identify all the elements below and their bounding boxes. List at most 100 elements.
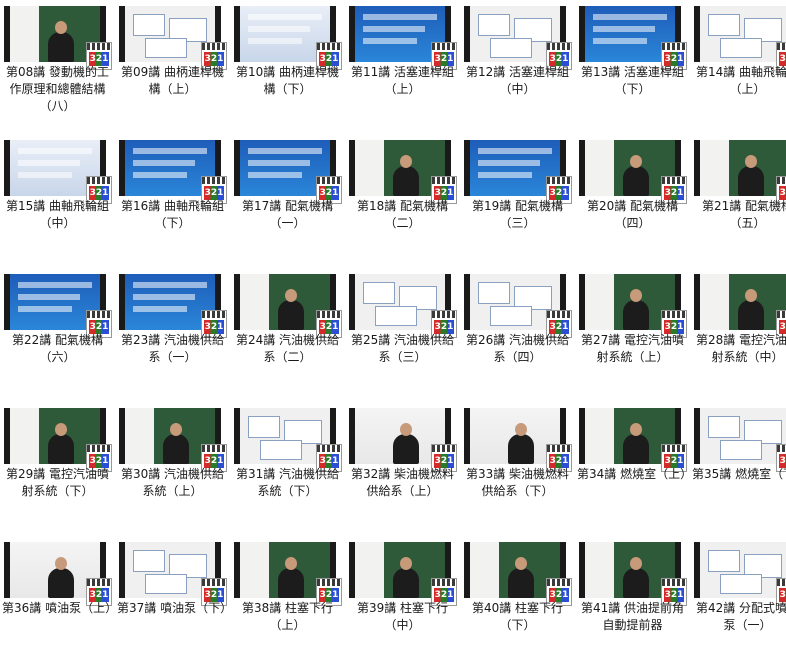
video-caption[interactable]: 第08講 發動機的工作原理和總體結構（八） <box>0 64 115 115</box>
clapper-top <box>662 445 686 452</box>
video-tile[interactable]: 321第28講 電控汽油噴射系統（中） <box>690 268 786 402</box>
video-caption[interactable]: 第24講 汽油機供給系（二） <box>230 332 345 366</box>
video-caption[interactable]: 第16講 曲軸飛輪組（下） <box>115 198 230 232</box>
video-tile[interactable]: 321 第40講 柱塞下行（下） <box>460 536 575 670</box>
video-caption[interactable]: 第25講 汽油機供給系（三） <box>345 332 460 366</box>
diagram-shape <box>145 574 187 594</box>
video-tile[interactable]: 321第21講 配氣機構（五） <box>690 134 786 268</box>
video-tile[interactable]: 321 第26講 汽油機供給系（四） <box>460 268 575 402</box>
video-tile[interactable]: 321 第25講 汽油機供給系（三） <box>345 268 460 402</box>
video-tile[interactable]: 321 第18講 配氣機構（二） <box>345 134 460 268</box>
video-caption[interactable]: 第39講 柱塞下行（中） <box>345 600 460 634</box>
slide-text-line <box>248 148 322 154</box>
lecturer-figure <box>507 557 534 598</box>
video-tile[interactable]: 321 第30講 汽油機供給系統（上） <box>115 402 230 536</box>
video-tile[interactable]: 321 第39講 柱塞下行（中） <box>345 536 460 670</box>
video-thumbnail[interactable] <box>694 140 786 196</box>
video-caption[interactable]: 第38講 柱塞下行（上） <box>230 600 345 634</box>
slide-text-line <box>248 38 302 44</box>
video-caption[interactable]: 第09講 曲柄連桿機構（上） <box>115 64 230 98</box>
video-caption[interactable]: 第15講 曲軸飛輪組（中） <box>0 198 115 232</box>
video-caption[interactable]: 第34講 燃燒室（上） <box>575 466 692 483</box>
video-grid: 321 第08講 發動機的工作原理和總體結構（八） 321 第09講 曲柄連桿機構（上… <box>0 0 786 656</box>
video-caption[interactable]: 第14講 曲軸飛輪組（上） <box>690 64 786 98</box>
video-tile[interactable]: 321 第22講 配氣機構（六） <box>0 268 115 402</box>
clapper-top <box>777 311 786 318</box>
video-caption[interactable]: 第11講 活塞連桿組（上） <box>345 64 460 98</box>
clapper-top <box>202 445 226 452</box>
video-tile[interactable]: 321 第10講 曲柄連桿機構（下） <box>230 0 345 134</box>
video-tile[interactable]: 321 第41講 供油提前角自動提前器 <box>575 536 690 670</box>
video-tile[interactable]: 321 第13講 活塞連桿組（下） <box>575 0 690 134</box>
video-tile[interactable]: 321 第33講 柴油機燃料供給系（下） <box>460 402 575 536</box>
video-caption[interactable]: 第12講 活塞連桿組（中） <box>460 64 575 98</box>
video-tile[interactable]: 321 第27講 電控汽油噴射系統（上） <box>575 268 690 402</box>
video-tile[interactable]: 321 第19講 配氣機構（三） <box>460 134 575 268</box>
diagram-shape <box>363 282 395 304</box>
clapper-top <box>87 311 111 318</box>
video-tile[interactable]: 321第14講 曲軸飛輪組（上） <box>690 0 786 134</box>
video-thumbnail[interactable] <box>694 6 786 62</box>
lecturer-figure <box>622 423 649 464</box>
video-caption[interactable]: 第40講 柱塞下行（下） <box>460 600 575 634</box>
video-tile[interactable]: 321第42講 分配式噴油泵（一） <box>690 536 786 670</box>
video-caption[interactable]: 第13講 活塞連桿組（下） <box>575 64 690 98</box>
video-caption[interactable]: 第10講 曲柄連桿機構（下） <box>230 64 345 98</box>
video-tile[interactable]: 321 第38講 柱塞下行（上） <box>230 536 345 670</box>
video-caption[interactable]: 第20講 配氣機構（四） <box>575 198 690 232</box>
video-thumbnail[interactable] <box>694 274 786 330</box>
video-tile[interactable]: 321 第08講 發動機的工作原理和總體結構（八） <box>0 0 115 134</box>
video-caption[interactable]: 第18講 配氣機構（二） <box>345 198 460 232</box>
video-tile[interactable]: 321 第16講 曲軸飛輪組（下） <box>115 134 230 268</box>
video-caption[interactable]: 第27講 電控汽油噴射系統（上） <box>575 332 690 366</box>
video-caption[interactable]: 第32講 柴油機燃料供給系（上） <box>345 466 460 500</box>
video-caption[interactable]: 第26講 汽油機供給系（四） <box>460 332 575 366</box>
video-caption[interactable]: 第23講 汽油機供給系（一） <box>115 332 230 366</box>
video-tile[interactable]: 321 第09講 曲柄連桿機構（上） <box>115 0 230 134</box>
video-caption[interactable]: 第31講 汽油機供給系統（下） <box>230 466 345 500</box>
diagram-shape <box>708 550 740 572</box>
video-caption[interactable]: 第21講 配氣機構（五） <box>690 198 786 232</box>
video-caption[interactable]: 第29講 電控汽油噴射系統（下） <box>0 466 115 500</box>
diagram-shape <box>720 38 762 58</box>
video-tile[interactable]: 321 第29講 電控汽油噴射系統（下） <box>0 402 115 536</box>
clapper-top <box>432 177 456 184</box>
video-thumbnail[interactable] <box>694 408 786 464</box>
video-caption[interactable]: 第30講 汽油機供給系統（上） <box>115 466 230 500</box>
video-tile[interactable]: 321 第17講 配氣機構（一） <box>230 134 345 268</box>
slide-text-line <box>478 172 532 178</box>
slide-text-line <box>133 282 207 288</box>
video-tile[interactable]: 321第35講 燃燒室（下） <box>690 402 786 536</box>
video-tile[interactable]: 321 第31講 汽油機供給系統（下） <box>230 402 345 536</box>
diagram-shape <box>490 38 532 58</box>
video-caption[interactable]: 第41講 供油提前角自動提前器 <box>575 600 690 634</box>
video-tile[interactable]: 321 第12講 活塞連桿組（中） <box>460 0 575 134</box>
video-caption[interactable]: 第37講 噴油泵（下） <box>115 600 232 617</box>
video-tile[interactable]: 321 第11講 活塞連桿組（上） <box>345 0 460 134</box>
video-caption[interactable]: 第42講 分配式噴油泵（一） <box>690 600 786 634</box>
video-caption[interactable]: 第35講 燃燒室（下） <box>690 466 786 483</box>
video-caption[interactable]: 第19講 配氣機構（三） <box>460 198 575 232</box>
clapper-top <box>662 311 686 318</box>
video-caption[interactable]: 第36講 噴油泵（上） <box>0 600 117 617</box>
diagram-shape <box>375 306 417 326</box>
video-caption[interactable]: 第17講 配氣機構（一） <box>230 198 345 232</box>
diagram-shape <box>720 440 762 460</box>
video-tile[interactable]: 321 第24講 汽油機供給系（二） <box>230 268 345 402</box>
video-caption[interactable]: 第33講 柴油機燃料供給系（下） <box>460 466 575 500</box>
video-tile[interactable]: 321 第36講 噴油泵（上） <box>0 536 117 670</box>
video-tile[interactable]: 321 第34講 燃燒室（上） <box>575 402 692 536</box>
video-tile[interactable]: 321 第15講 曲軸飛輪組（中） <box>0 134 115 268</box>
diagram-shape <box>145 38 187 58</box>
video-thumbnail[interactable] <box>694 542 786 598</box>
clapper-top <box>547 43 571 50</box>
video-tile[interactable]: 321 第37講 噴油泵（下） <box>115 536 232 670</box>
thumbnail-image <box>700 6 786 62</box>
video-caption[interactable]: 第22講 配氣機構（六） <box>0 332 115 366</box>
lecturer-figure <box>277 557 304 598</box>
video-tile[interactable]: 321 第20講 配氣機構（四） <box>575 134 690 268</box>
video-tile[interactable]: 321 第32講 柴油機燃料供給系（上） <box>345 402 460 536</box>
video-caption[interactable]: 第28講 電控汽油噴射系統（中） <box>690 332 786 366</box>
video-tile[interactable]: 321 第23講 汽油機供給系（一） <box>115 268 230 402</box>
thumbnail-image <box>700 140 786 196</box>
